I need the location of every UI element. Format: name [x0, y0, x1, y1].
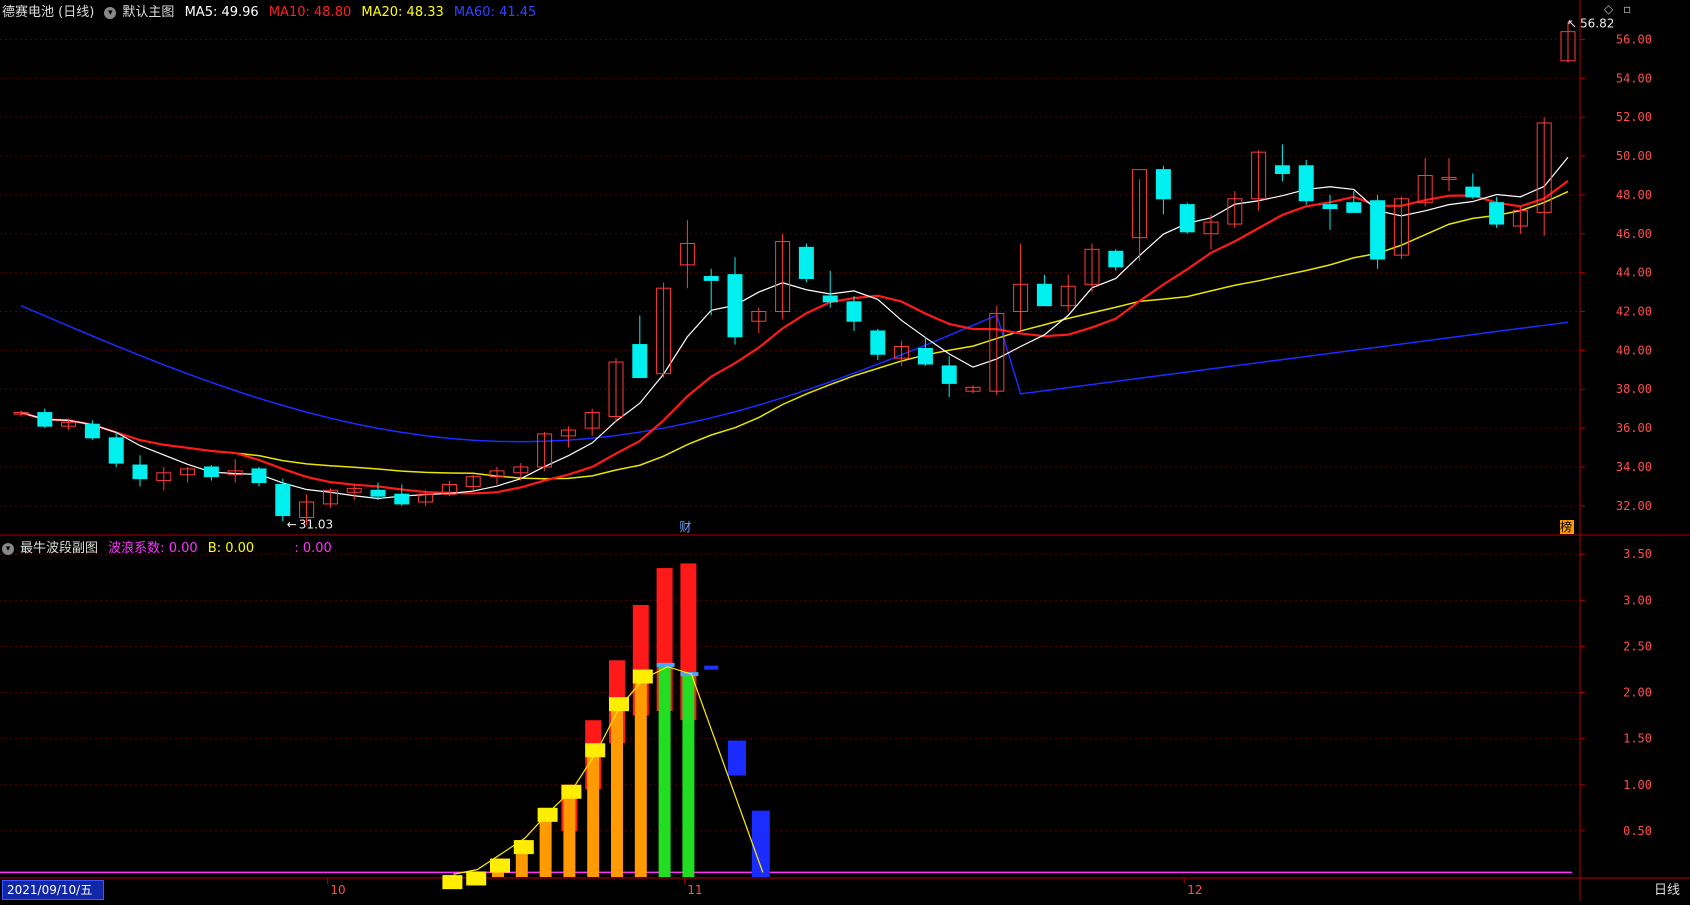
low-arrow: ←: [287, 518, 297, 532]
candle-down: [870, 330, 886, 355]
stock-chart-svg[interactable]: 56.00 54.00 52.00 50.00 48.00 46.00 44.00 42.00…: [0, 0, 1690, 901]
main-y-tick-label: 48.00: [1616, 188, 1652, 202]
candle-down: [1179, 204, 1195, 233]
sub-y-tick-label: 0.50: [1623, 824, 1652, 838]
candle-down: [394, 493, 410, 505]
stock-name[interactable]: 德赛电池 (日线): [2, 5, 94, 20]
candle-down: [370, 489, 386, 497]
wave-yellow-cap: [537, 807, 558, 822]
ma10-legend: MA10: 48.80: [268, 5, 352, 20]
wave-marker: [704, 665, 719, 670]
candle-down: [1036, 283, 1052, 307]
event-caifu-icon: 财: [679, 520, 691, 534]
candle-down: [727, 274, 743, 338]
wave-yellow-cap: [466, 871, 487, 886]
candle-down: [1298, 165, 1314, 202]
sub-y-tick-label: 1.00: [1623, 778, 1652, 792]
candle-down: [822, 295, 838, 303]
extra-value: : 0.00: [294, 541, 332, 556]
main-y-tick-label: 40.00: [1616, 343, 1652, 357]
cursor-date-box: 2021/09/10/五: [2, 880, 104, 900]
candle-down: [203, 466, 219, 478]
main-y-tick-label: 34.00: [1616, 460, 1652, 474]
candle-down: [84, 423, 100, 439]
candle-down: [1322, 204, 1338, 210]
wave-orange-bar: [634, 669, 647, 877]
wave-blue-cap: [656, 662, 675, 667]
indicator-dropdown-icon[interactable]: ▾: [2, 542, 14, 555]
low-price-marker: 31.03: [299, 518, 333, 532]
wave-green-bar: [682, 674, 695, 877]
sub-panel-title[interactable]: 最牛波段副图: [20, 541, 98, 556]
candle-down: [275, 483, 291, 517]
sub-y-tick-label: 3.50: [1623, 547, 1652, 561]
sub-y-tick-label: 2.50: [1623, 639, 1652, 653]
wave-yellow-cap: [513, 840, 534, 855]
candle-down: [917, 347, 933, 365]
main-y-tick-label: 38.00: [1616, 382, 1652, 396]
wave-yellow-cap: [585, 743, 606, 758]
candle-down: [132, 464, 148, 480]
month-label: 11: [687, 883, 702, 897]
candle-down: [941, 365, 957, 384]
cycle-label[interactable]: 日线: [1654, 879, 1680, 898]
event-bang-icon: 榜: [1560, 519, 1572, 534]
month-label: 10: [330, 883, 345, 897]
candle-down: [1274, 165, 1290, 175]
wave-coefficient: 波浪系数: 0.00: [108, 541, 198, 556]
sub-y-tick-label: 3.00: [1623, 593, 1652, 607]
diamond-icon[interactable]: ◇: [1604, 2, 1613, 16]
b-value: B: 0.00: [207, 541, 255, 556]
wave-trend-line: [453, 666, 764, 875]
wave-orange-bar: [611, 697, 623, 877]
main-y-tick-label: 46.00: [1616, 227, 1652, 241]
wave-green-bar: [658, 664, 671, 877]
ma60-legend: MA60: 41.45: [453, 5, 537, 20]
sub-y-tick-label: 2.00: [1623, 686, 1652, 700]
ma20-line: [20, 190, 1569, 480]
window-controls: ◇ ▫: [1598, 2, 1631, 16]
template-name[interactable]: 默认主图: [122, 5, 174, 20]
wave-yellow-cap: [632, 669, 653, 684]
candle-down: [37, 412, 53, 427]
high-price-marker: 56.82: [1580, 16, 1614, 30]
ma60-line: [20, 304, 1569, 443]
candle-down: [1155, 169, 1171, 200]
month-label: 12: [1187, 883, 1202, 897]
main-y-tick-label: 42.00: [1616, 305, 1652, 319]
wave-blue-bar: [728, 740, 746, 776]
candle-down: [1108, 250, 1124, 268]
ma5-legend: MA5: 49.96: [184, 5, 259, 20]
candle-down: [632, 344, 648, 379]
candle-down: [798, 246, 814, 279]
candle-down: [1465, 186, 1481, 198]
high-arrow: ↖: [1567, 16, 1577, 30]
restore-icon[interactable]: ▫: [1623, 2, 1631, 16]
main-y-tick-label: 36.00: [1616, 421, 1652, 435]
main-panel-header: 德赛电池 (日线) ▾ 默认主图 MA5: 49.96 MA10: 48.80 M…: [2, 1, 542, 20]
main-y-tick-label: 32.00: [1616, 499, 1652, 513]
candle-down: [703, 276, 719, 281]
sub-y-tick-label: 1.50: [1623, 732, 1652, 746]
main-y-tick-label: 44.00: [1616, 266, 1652, 280]
wave-yellow-cap: [442, 875, 463, 890]
candle-down: [108, 437, 124, 464]
sub-panel-header: ▾ 最牛波段副图 波浪系数: 0.00 B: 0.00 : 0.00: [2, 537, 338, 556]
main-y-tick-label: 52.00: [1616, 110, 1652, 124]
main-y-tick-label: 56.00: [1616, 32, 1652, 46]
candle-down: [1370, 200, 1386, 260]
candle-down: [251, 468, 267, 484]
wave-yellow-cap: [490, 858, 510, 873]
main-y-tick-label: 54.00: [1616, 71, 1652, 85]
ma10-line: [20, 180, 1569, 495]
candle-down: [1489, 202, 1505, 225]
candle-down: [846, 301, 862, 322]
candle-down: [1346, 202, 1362, 213]
template-dropdown-icon[interactable]: ▾: [104, 6, 117, 19]
main-y-tick-label: 50.00: [1616, 149, 1652, 163]
ma20-legend: MA20: 48.33: [361, 5, 444, 20]
chart-stage[interactable]: 56.00 54.00 52.00 50.00 48.00 46.00 44.00 42.00…: [0, 0, 1690, 901]
